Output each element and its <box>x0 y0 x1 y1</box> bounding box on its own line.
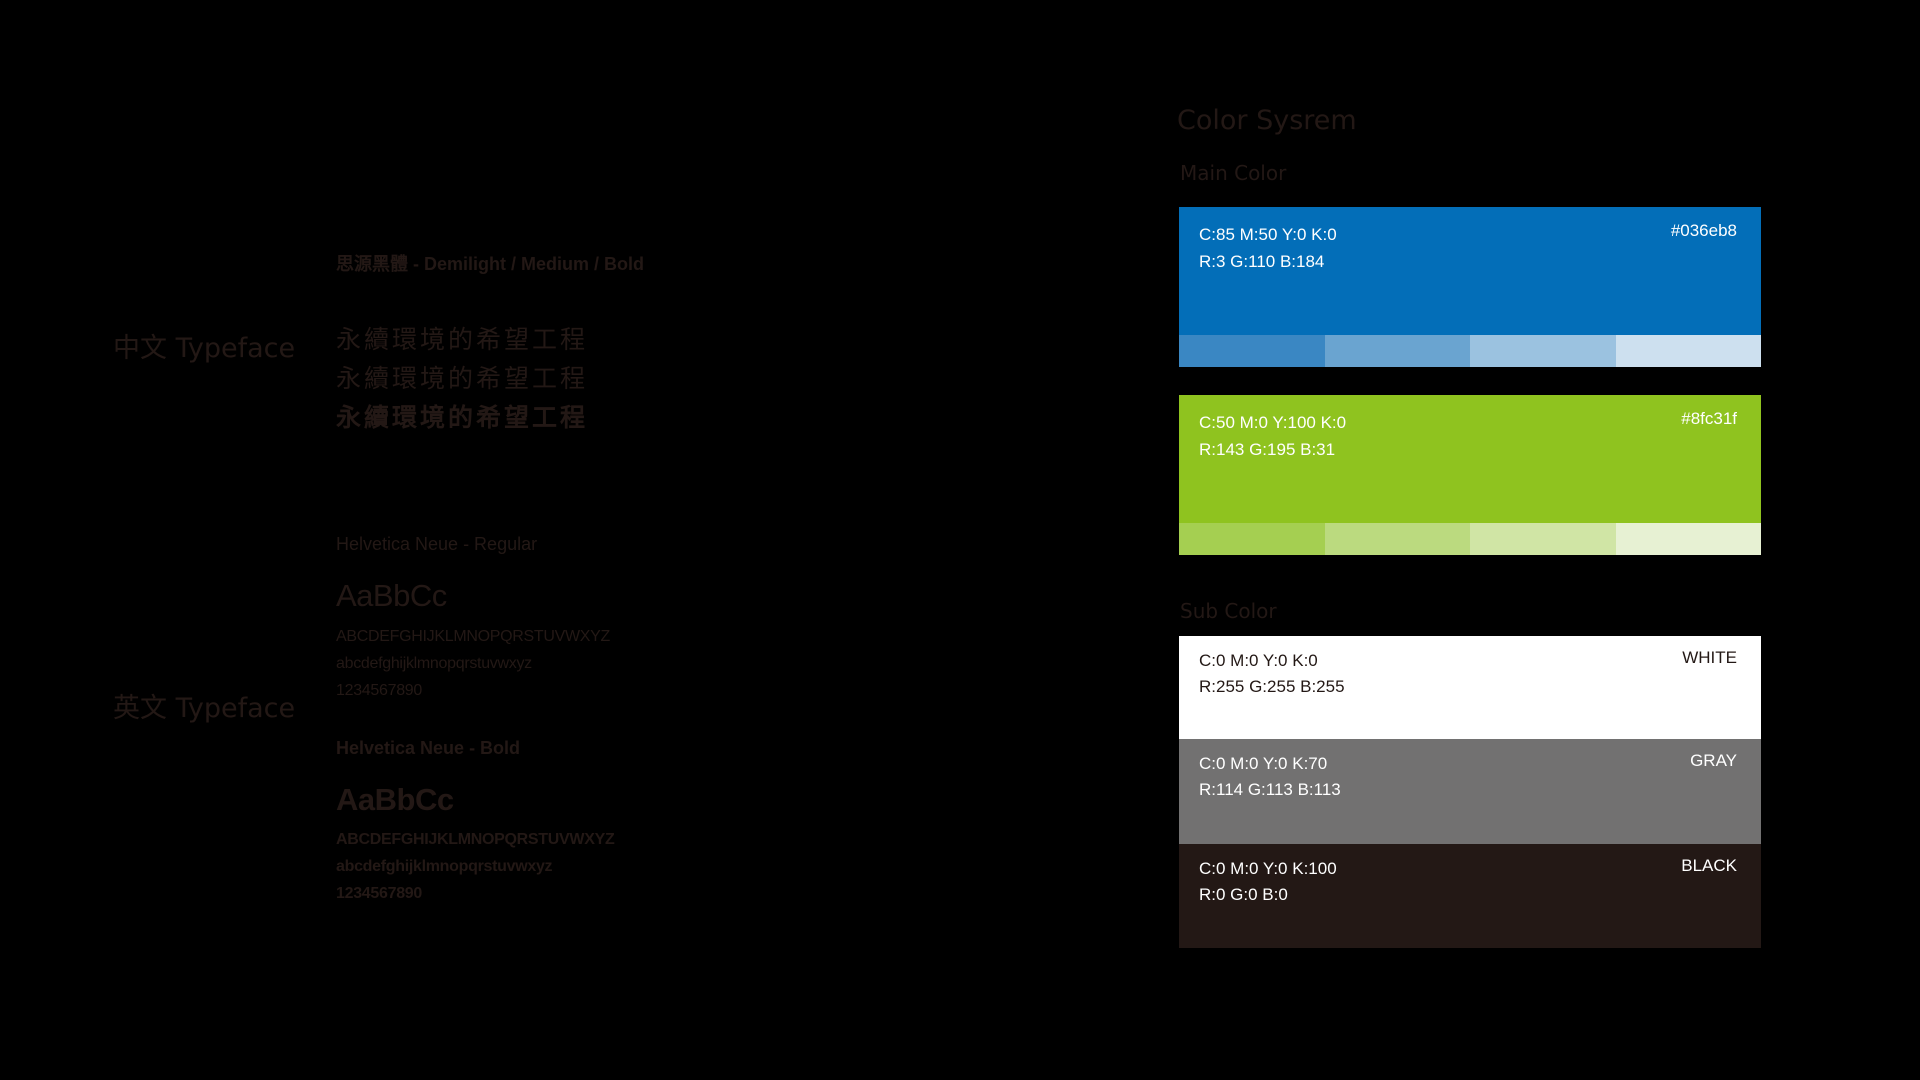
zh-font-heading: 思源黑體 - Demilight / Medium / Bold <box>336 254 644 274</box>
swatch-values: C:50 M:0 Y:100 K:0 R:143 G:195 B:31 <box>1199 409 1346 463</box>
sub-color-swatch-black: C:0 M:0 Y:0 K:100 R:0 G:0 B:0 BLACK <box>1179 844 1761 948</box>
swatch-cmyk: C:85 M:50 Y:0 K:0 <box>1199 225 1337 244</box>
tint-60 <box>1324 523 1470 555</box>
zh-sample-medium: 永續環境的希望工程 <box>336 364 589 393</box>
swatch-rgb: R:255 G:255 B:255 <box>1199 677 1345 696</box>
tint-20 <box>1615 523 1761 555</box>
tint-strip <box>1179 335 1761 367</box>
zh-typeface-label: 中文 Typeface <box>113 333 296 364</box>
swatch-rgb: R:114 G:113 B:113 <box>1199 780 1341 799</box>
bold-upper: ABCDEFGHIJKLMNOPQRSTUVWXYZ <box>336 831 615 848</box>
tint-60 <box>1324 335 1470 367</box>
regular-font-heading: Helvetica Neue - Regular <box>336 534 538 554</box>
tint-80 <box>1179 335 1325 367</box>
regular-digits: 1234567890 <box>336 682 422 699</box>
swatch-cmyk: C:50 M:0 Y:100 K:0 <box>1199 413 1347 432</box>
swatch-values: C:85 M:50 Y:0 K:0 R:3 G:110 B:184 <box>1199 221 1337 275</box>
bold-digits: 1234567890 <box>336 885 422 902</box>
bold-lower: abcdefghijklmnopqrstuvwxyz <box>336 858 553 875</box>
zh-sample-bold: 永續環境的希望工程 <box>336 403 589 432</box>
swatch-name: BLACK <box>1681 856 1737 875</box>
sub-color-label: Sub Color <box>1180 599 1277 623</box>
tint-strip <box>1179 523 1761 555</box>
swatch-name: WHITE <box>1682 648 1737 667</box>
swatch-cmyk: C:0 M:0 Y:0 K:100 <box>1199 859 1337 878</box>
bold-sample-block: ABCDEFGHIJKLMNOPQRSTUVWXYZ abcdefghijklm… <box>336 826 615 907</box>
swatch-hex: #036eb8 <box>1670 221 1737 240</box>
main-color-swatch-green: C:50 M:0 Y:100 K:0 R:143 G:195 B:31 #8fc… <box>1179 395 1761 555</box>
swatch-hex: #8fc31f <box>1681 409 1737 428</box>
swatch-values: C:0 M:0 Y:0 K:100 R:0 G:0 B:0 <box>1199 856 1337 908</box>
swatch-cmyk: C:0 M:0 Y:0 K:70 <box>1199 754 1328 773</box>
en-typeface-label: 英文 Typeface <box>113 693 296 724</box>
sub-color-swatch-gray: C:0 M:0 Y:0 K:70 R:114 G:113 B:113 GRAY <box>1179 739 1761 844</box>
swatch-rgb: R:3 G:110 B:184 <box>1199 252 1325 271</box>
tint-40 <box>1470 335 1616 367</box>
bold-sample-big: AaBbCc <box>336 782 454 817</box>
regular-sample-big: AaBbCc <box>336 578 447 613</box>
regular-lower: abcdefghijklmnopqrstuvwxyz <box>336 655 532 672</box>
tint-20 <box>1615 335 1761 367</box>
zh-sample-demilight: 永續環境的希望工程 <box>336 325 589 354</box>
main-color-swatch-blue: C:85 M:50 Y:0 K:0 R:3 G:110 B:184 #036eb… <box>1179 207 1761 367</box>
sub-color-swatch-white: C:0 M:0 Y:0 K:0 R:255 G:255 B:255 WHITE <box>1179 636 1761 739</box>
tint-40 <box>1470 523 1616 555</box>
regular-upper: ABCDEFGHIJKLMNOPQRSTUVWXYZ <box>336 628 611 645</box>
color-system-title: Color Sysrem <box>1177 105 1357 136</box>
swatch-name: GRAY <box>1690 751 1737 770</box>
bold-font-heading: Helvetica Neue - Bold <box>336 738 521 758</box>
regular-sample-block: ABCDEFGHIJKLMNOPQRSTUVWXYZ abcdefghijklm… <box>336 623 610 704</box>
swatch-values: C:0 M:0 Y:0 K:70 R:114 G:113 B:113 <box>1199 751 1341 803</box>
tint-80 <box>1179 523 1325 555</box>
main-color-label: Main Color <box>1180 161 1287 185</box>
swatch-values: C:0 M:0 Y:0 K:0 R:255 G:255 B:255 <box>1199 648 1345 700</box>
swatch-rgb: R:143 G:195 B:31 <box>1199 440 1336 459</box>
swatch-cmyk: C:0 M:0 Y:0 K:0 <box>1199 651 1318 670</box>
swatch-rgb: R:0 G:0 B:0 <box>1199 885 1288 904</box>
zh-sample-block: 永續環境的希望工程 永續環境的希望工程 永續環境的希望工程 <box>336 320 588 437</box>
